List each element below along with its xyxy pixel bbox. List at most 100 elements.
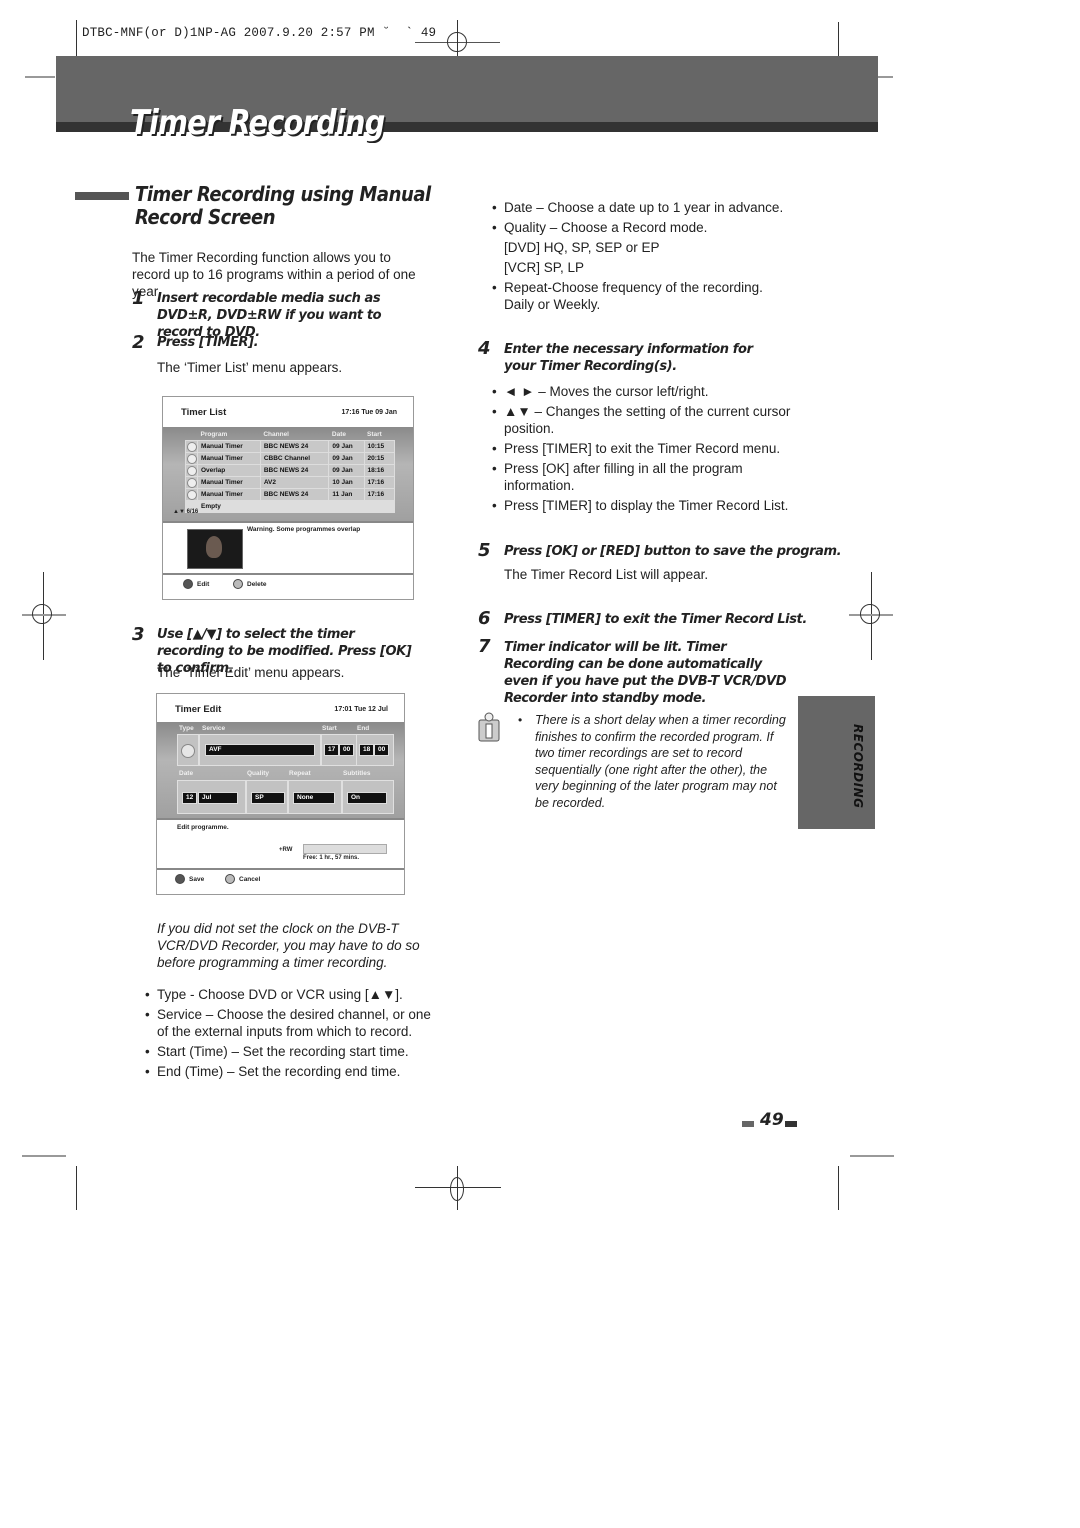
label-quality: Quality xyxy=(247,770,270,777)
status-text: Edit programme. xyxy=(177,824,229,831)
step-3-number: 3 xyxy=(132,624,145,645)
red-button-icon xyxy=(183,579,193,589)
print-slug: DTBC-MNF(or D)1NP-AG 2007.9.20 2:57 PM ˘… xyxy=(82,26,437,40)
service-field[interactable]: AVF xyxy=(205,744,315,756)
quality-field[interactable]: SP xyxy=(251,792,285,804)
list-item: • Quality – Choose a Record mode. [DVD] H… xyxy=(492,219,792,276)
table-row[interactable]: Manual Timer BBC NEWS 24 11 Jan 17:16 xyxy=(185,488,396,501)
cell-date: 10 Jan xyxy=(328,476,365,489)
section-marker xyxy=(75,192,129,200)
field-descriptions-list-2: • Date – Choose a date up to 1 year in ad… xyxy=(492,199,792,316)
video-preview-thumbnail xyxy=(187,529,243,569)
preview-area: Warning. Some programmes overlap xyxy=(163,521,413,573)
step-5-number: 5 xyxy=(478,540,491,561)
step-5-note: The Timer Record List will appear. xyxy=(504,567,709,582)
step-4-number: 4 xyxy=(478,338,491,359)
start-minute-field[interactable]: 00 xyxy=(339,744,355,756)
list-item: • Service – Choose the desired channel, o… xyxy=(145,1007,431,1039)
table-row[interactable]: Empty xyxy=(185,500,396,513)
column-header-start: Start xyxy=(367,431,382,438)
cancel-button[interactable]: Cancel xyxy=(225,874,260,884)
status-area: Edit programme. +RW Free: 1 hr., 57 mins… xyxy=(157,818,404,868)
chapter-tab-label: RECORDING xyxy=(851,724,865,809)
disc-space-bar xyxy=(303,844,387,854)
table-row[interactable]: Manual Timer CBBC Channel 09 Jan 20:15 xyxy=(185,452,396,465)
label-end: End xyxy=(357,725,370,732)
step-2-text: Press [TIMER]. xyxy=(157,335,259,350)
cell-program: Manual Timer xyxy=(197,452,261,465)
cell-channel: AV2 xyxy=(259,476,330,489)
label-repeat: Repeat xyxy=(289,770,311,777)
cell-program: Manual Timer xyxy=(197,488,261,501)
page-number-bar-left xyxy=(742,1121,754,1127)
save-button[interactable]: Save xyxy=(175,874,204,884)
timer-vcr-icon xyxy=(187,453,197,464)
repeat-field[interactable]: None xyxy=(293,792,335,804)
timer-vcr-icon xyxy=(187,477,197,488)
label-start: Start xyxy=(322,725,337,732)
quality-dvd-modes: [DVD] HQ, SP, SEP or EP xyxy=(504,240,660,255)
timer-edit-screen: Timer Edit 17:01 Tue 12 Jul Type Service… xyxy=(156,693,405,895)
end-hour-field[interactable]: 18 xyxy=(359,744,375,756)
timer-list-body: Program Channel Date Start Manual Timer … xyxy=(163,427,413,521)
timer-list-screen: Timer List 17:16 Tue 09 Jan Program Chan… xyxy=(162,396,414,600)
date-day-field[interactable]: 12 xyxy=(182,792,198,804)
step-4-text: Enter the necessary information for your… xyxy=(504,342,753,374)
edit-button[interactable]: Edit xyxy=(183,579,209,589)
delete-button[interactable]: Delete xyxy=(233,579,267,589)
cell-channel: CBBC Channel xyxy=(259,452,330,465)
registration-mark-icon xyxy=(860,604,880,624)
subtitles-field[interactable]: On xyxy=(347,792,387,804)
timer-dvd-icon xyxy=(187,441,197,452)
list-item: • ▲▼ – Changes the setting of the current… xyxy=(492,404,791,436)
field-descriptions-list: • Type - Choose DVD or VCR using [▲▼]. • S… xyxy=(145,986,445,1083)
step-6-number: 6 xyxy=(478,608,491,629)
cell-start: 18:16 xyxy=(363,464,396,477)
table-row[interactable]: Manual Timer AV2 10 Jan 17:16 xyxy=(185,476,396,489)
cell-date: 09 Jan xyxy=(328,440,365,453)
table-row[interactable]: Overlap BBC NEWS 24 09 Jan 18:16 xyxy=(185,464,396,477)
updown-arrows-icon: ▲▼ xyxy=(173,509,185,515)
step-5-text: Press [OK] or [RED] button to save the p… xyxy=(504,544,842,559)
crop-mark xyxy=(76,20,77,60)
list-item: • Type - Choose DVD or VCR using [▲▼]. xyxy=(145,987,403,1002)
label-type: Type xyxy=(179,725,194,732)
table-row[interactable]: Manual Timer BBC NEWS 24 09 Jan 10:15 xyxy=(185,440,396,453)
column-header-channel: Channel xyxy=(263,431,289,438)
list-item: • Press [TIMER] to display the Timer Reco… xyxy=(492,498,789,513)
type-selector[interactable] xyxy=(177,734,199,766)
cell-program: Manual Timer xyxy=(197,476,261,489)
list-item: • Press [TIMER] to exit the Timer Record … xyxy=(492,441,781,456)
cell-program: Empty xyxy=(197,500,261,513)
step-2-number: 2 xyxy=(132,332,145,353)
registration-mark-icon xyxy=(447,32,467,52)
media-type: +RW xyxy=(279,847,293,853)
timer-list-table: Program Channel Date Start Manual Timer … xyxy=(185,429,396,513)
label-date: Date xyxy=(179,770,194,777)
step-3-note: The ‘Timer Edit’ menu appears. xyxy=(157,665,345,680)
page-indicator: ▲▼ 6/16 xyxy=(173,509,199,515)
cell-start: 20:15 xyxy=(363,452,396,465)
timer-edit-body: Type Service Start End AVF 17 00 18 00 D… xyxy=(157,722,404,818)
registration-mark-icon xyxy=(450,1177,464,1201)
cell-channel: BBC NEWS 24 xyxy=(259,464,330,477)
start-hour-field[interactable]: 17 xyxy=(324,744,340,756)
timer-edit-clock: 17:01 Tue 12 Jul xyxy=(334,706,388,713)
end-minute-field[interactable]: 00 xyxy=(374,744,390,756)
timer-dvd-icon xyxy=(187,489,197,500)
date-month-field[interactable]: Jul xyxy=(198,792,238,804)
list-item: • Press [OK] after filling in all the pro… xyxy=(492,461,743,493)
chapter-tab: RECORDING xyxy=(798,696,875,829)
cell-channel: BBC NEWS 24 xyxy=(259,488,330,501)
cell-date: 09 Jan xyxy=(328,452,365,465)
step-7-text: Timer indicator will be lit. Timer Recor… xyxy=(504,640,787,706)
label-service: Service xyxy=(202,725,226,732)
green-button-icon xyxy=(225,874,235,884)
cell-start xyxy=(363,500,396,513)
list-item: • Repeat-Choose frequency of the recordin… xyxy=(492,280,763,312)
step-6-text: Press [TIMER] to exit the Timer Record L… xyxy=(504,612,807,627)
page-number-bar-right xyxy=(785,1121,797,1127)
timer-list-clock: 17:16 Tue 09 Jan xyxy=(341,409,397,416)
crop-mark xyxy=(22,1155,66,1157)
column-header-program: Program xyxy=(200,431,228,438)
